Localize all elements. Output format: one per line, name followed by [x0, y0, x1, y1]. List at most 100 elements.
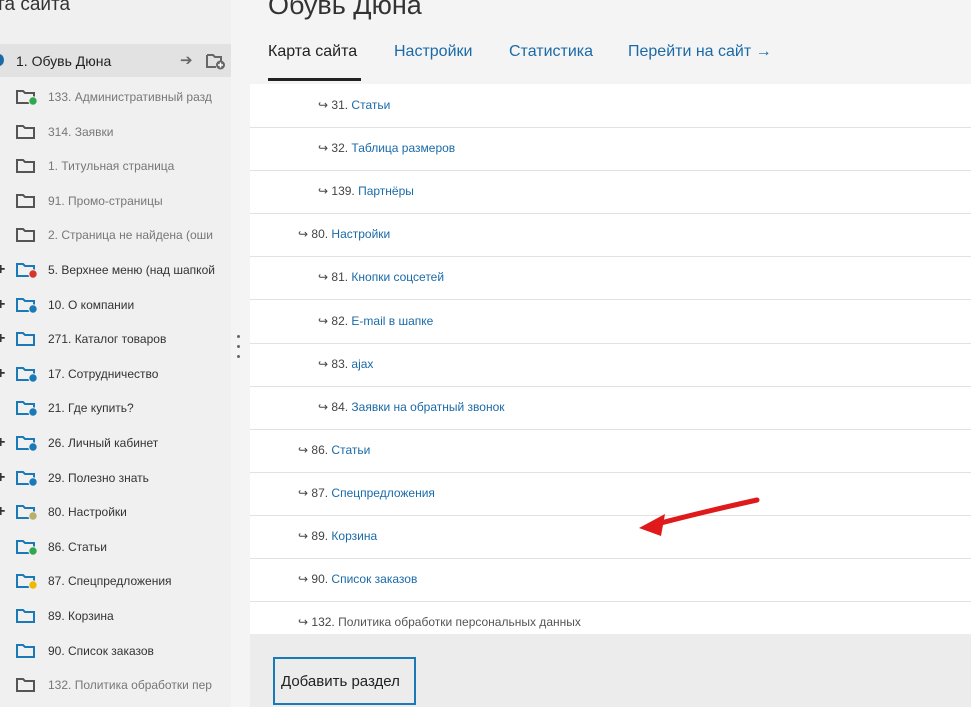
root-label: 1. Обувь Дюна	[16, 53, 112, 69]
sidebar-item[interactable]: +17. Сотрудничество	[0, 357, 231, 391]
sidebar-item-label: 1. Титульная страница	[48, 159, 175, 174]
sidebar-item-label: 91. Промо-страницы	[48, 193, 163, 208]
row-number: ↪ 31.	[318, 98, 349, 112]
row-link[interactable]: Таблица размеров	[351, 141, 455, 155]
sidebar-item[interactable]: +271. Каталог товаров	[0, 322, 231, 356]
sitemap-row: ↪ 83. ajax	[250, 343, 971, 387]
row-link[interactable]: Корзина	[331, 529, 377, 543]
row-number: ↪ 81.	[318, 270, 349, 285]
folder-icon	[16, 123, 38, 146]
sidebar-item-label: 90. Список заказов	[48, 643, 154, 658]
footer: Добавить раздел	[250, 634, 971, 707]
tab-go-to-site[interactable]: Перейти на сайт →	[628, 43, 772, 61]
sidebar-item-label: 5. Верхнее меню (над шапкой	[48, 263, 215, 277]
sidebar-item-label: 29. Полезно знать	[48, 470, 149, 485]
sidebar-item-label: 87. Спецпредложения	[48, 574, 172, 589]
row-link[interactable]: ajax	[351, 357, 373, 371]
resize-handle[interactable]	[236, 335, 242, 367]
folder-icon	[16, 157, 38, 180]
tab-statistics[interactable]: Статистика	[509, 43, 593, 61]
folder-icon	[16, 399, 38, 422]
sitemap-row: ↪ 89. Корзина	[250, 515, 971, 559]
folder-icon	[16, 261, 38, 284]
sidebar-item-label: 86. Статьи	[48, 539, 107, 554]
folder-icon	[16, 434, 38, 457]
go-arrow-icon[interactable]: ➔	[180, 51, 193, 69]
main-panel: Обувь Дюна Карта сайта Настройки Статист…	[250, 0, 971, 707]
row-number: ↪ 139.	[318, 184, 355, 199]
sidebar-item-label: 80. Настройки	[48, 505, 127, 520]
sidebar-item-label: 17. Сотрудничество	[48, 366, 159, 381]
sidebar-item-label: 10. О компании	[48, 297, 135, 312]
sidebar-item[interactable]: +10. О компании	[0, 288, 231, 322]
sidebar-title: та сайта	[0, 0, 71, 15]
folder-icon	[16, 226, 38, 249]
sidebar-item[interactable]: 89. Корзина	[0, 599, 231, 633]
sidebar-item[interactable]: +29. Полезно знать	[0, 461, 231, 495]
sidebar-item-label: 26. Личный кабинет	[48, 436, 159, 450]
row-number: ↪ 86.	[298, 442, 329, 457]
expand-icon[interactable]: +	[0, 296, 5, 314]
sidebar-item[interactable]: +26. Личный кабинет	[0, 426, 231, 460]
folder-icon	[16, 469, 38, 492]
tab-settings[interactable]: Настройки	[394, 43, 472, 61]
folder-icon	[16, 676, 38, 699]
sidebar-item[interactable]: 314. Заявки	[0, 115, 231, 149]
row-number: ↪ 87.	[298, 485, 329, 500]
sitemap-row: ↪ 87. Спецпредложения	[250, 472, 971, 516]
folder-icon	[16, 572, 38, 595]
expand-icon[interactable]: +	[0, 261, 5, 279]
expand-icon[interactable]: +	[0, 503, 5, 521]
sidebar-item[interactable]: +80. Настройки	[0, 495, 231, 529]
sidebar-item[interactable]: 133. Административный разд	[0, 80, 231, 114]
folder-icon	[16, 538, 38, 561]
sitemap-row: ↪ 82. E-mail в шапке	[250, 300, 971, 344]
row-link[interactable]: Спецпредложения	[331, 486, 435, 500]
sidebar-item[interactable]: 90. Список заказов	[0, 634, 231, 668]
sidebar-item[interactable]: 21. Где купить?	[0, 391, 231, 425]
folder-icon	[16, 296, 38, 319]
expand-icon[interactable]: +	[0, 434, 5, 452]
folder-icon	[16, 642, 38, 665]
expand-icon[interactable]: +	[0, 469, 5, 487]
row-link[interactable]: Заявки на обратный звонок	[351, 400, 504, 414]
sidebar-item[interactable]: 87. Спецпредложения	[0, 564, 231, 598]
row-link[interactable]: Настройки	[331, 227, 390, 241]
row-link[interactable]: Список заказов	[331, 572, 417, 586]
row-link[interactable]: Статьи	[331, 443, 370, 457]
sidebar-item[interactable]: 86. Статьи	[0, 530, 231, 564]
active-tab-underline	[268, 78, 361, 81]
sidebar-root-item[interactable]: 1. Обувь Дюна ➔	[0, 44, 231, 77]
add-section-button[interactable]: Добавить раздел	[273, 657, 416, 705]
sidebar-item[interactable]: 2. Страница не найдена (оши	[0, 218, 231, 252]
sitemap-row: ↪ 84. Заявки на обратный звонок	[250, 386, 971, 430]
row-link[interactable]: Кнопки соцсетей	[351, 270, 444, 284]
sidebar-item[interactable]: 91. Промо-страницы	[0, 184, 231, 218]
sitemap-list: ↪ 31. Статьи ↪ 32. Таблица размеров ↪ 139.…	[250, 84, 971, 646]
folder-icon	[16, 607, 38, 630]
sidebar-item[interactable]: +5. Верхнее меню (над шапкой	[0, 253, 231, 287]
row-link[interactable]: Статьи	[351, 98, 390, 112]
tab-sitemap[interactable]: Карта сайта	[268, 43, 357, 61]
folder-icon	[16, 88, 38, 111]
sidebar-item-label: 271. Каталог товаров	[48, 332, 167, 347]
add-subfolder-icon[interactable]	[206, 52, 226, 75]
row-number: ↪ 89.	[298, 529, 329, 543]
sitemap-row: ↪ 90. Список заказов	[250, 558, 971, 603]
sidebar-item[interactable]: 132. Политика обработки пер	[0, 668, 231, 702]
row-number: ↪ 80.	[298, 227, 329, 242]
sidebar-item[interactable]: 1. Титульная страница	[0, 149, 231, 183]
sitemap-row: ↪ 32. Таблица размеров	[250, 127, 971, 172]
row-number: ↪ 83.	[318, 356, 349, 371]
expand-icon[interactable]: +	[0, 365, 5, 383]
sitemap-row: ↪ 80. Настройки	[250, 213, 971, 258]
folder-icon	[16, 192, 38, 215]
folder-icon	[16, 365, 38, 388]
expand-icon[interactable]: +	[0, 330, 5, 348]
row-link[interactable]: Партнёры	[358, 184, 414, 198]
sitemap-row: ↪ 86. Статьи	[250, 429, 971, 473]
sidebar-item-label: 2. Страница не найдена (оши	[48, 228, 214, 243]
page-title: Обувь Дюна	[268, 0, 422, 20]
row-link[interactable]: Политика обработки персональных данных	[338, 615, 581, 629]
row-link[interactable]: E-mail в шапке	[351, 314, 433, 328]
